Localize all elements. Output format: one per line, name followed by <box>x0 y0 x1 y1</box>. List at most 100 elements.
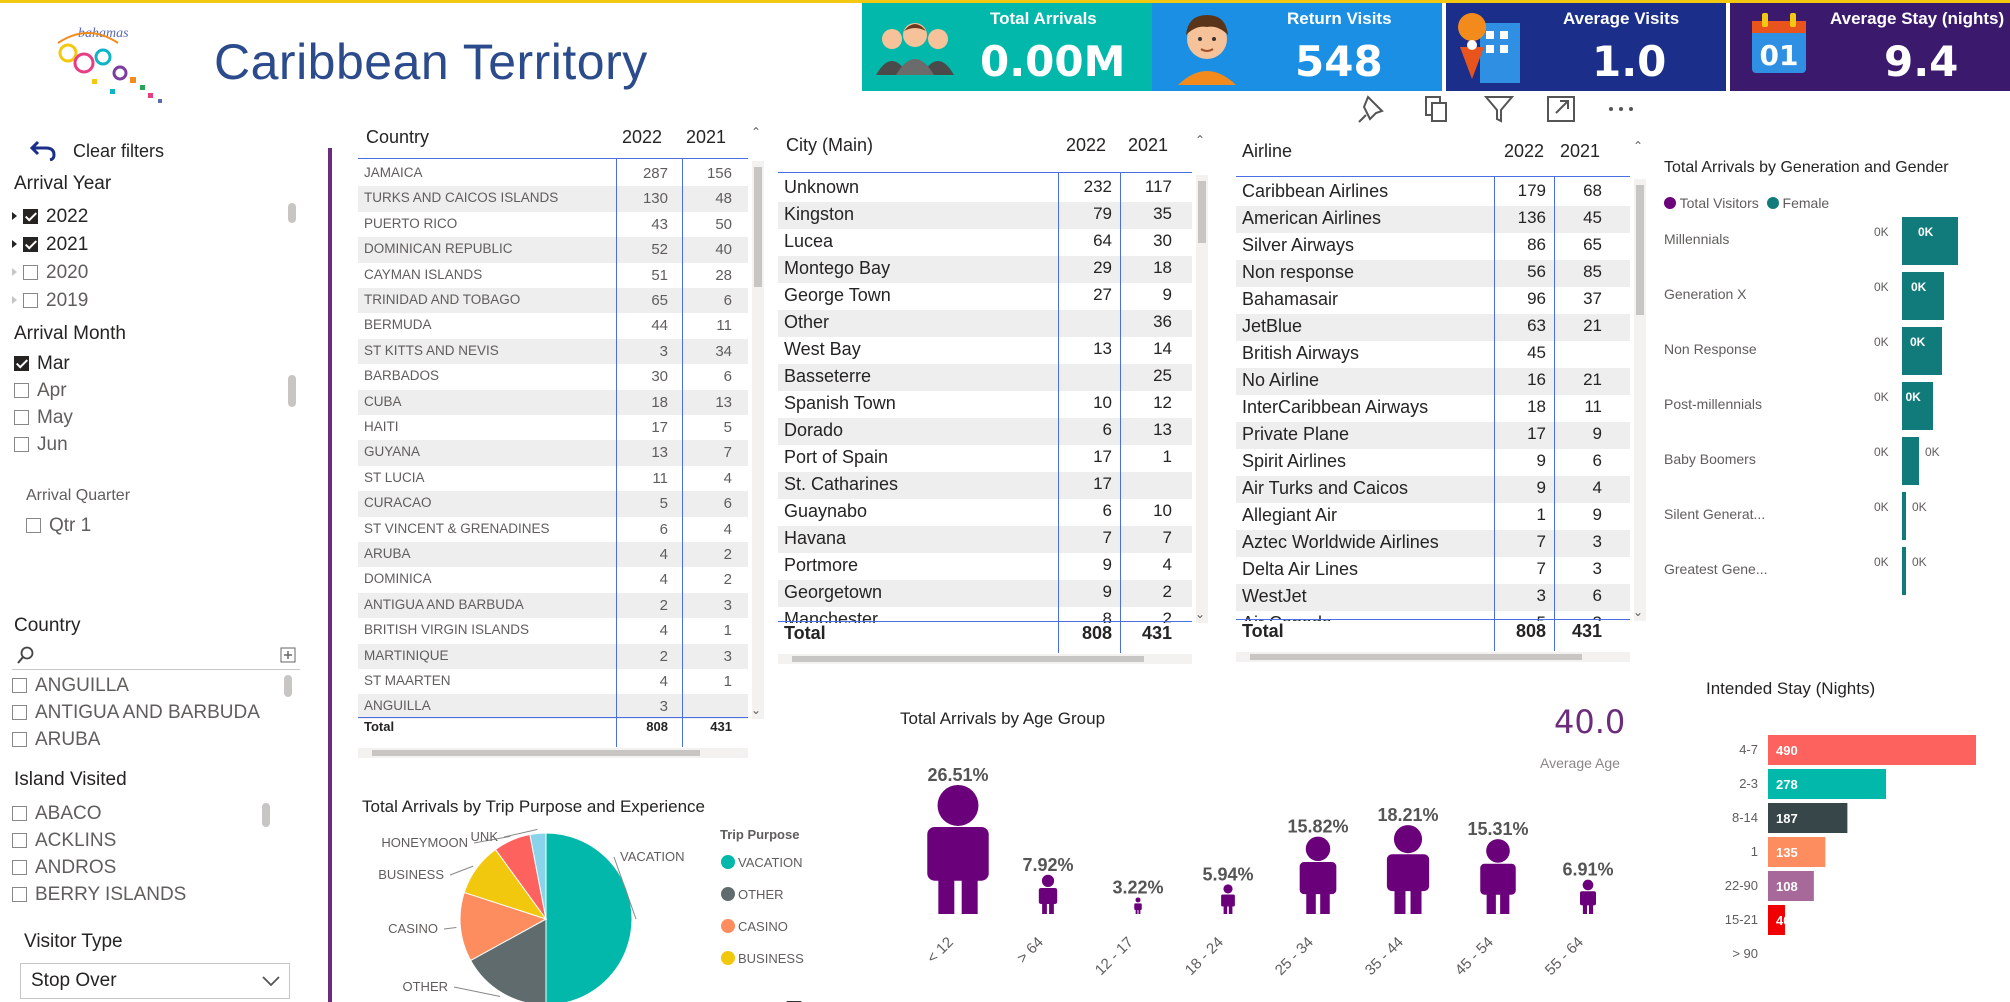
table-row[interactable]: No Airline 16 21 <box>1236 368 1630 395</box>
slicer-item[interactable]: May <box>14 407 73 429</box>
checkbox[interactable] <box>12 806 27 821</box>
age-person-icon[interactable] <box>1579 879 1597 914</box>
scroll-down-icon[interactable]: ⌄ <box>1633 605 1643 619</box>
checkbox[interactable] <box>14 383 29 398</box>
table-row[interactable]: Air Turks and Caicos 9 4 <box>1236 476 1630 503</box>
table-row[interactable]: DOMINICAN REPUBLIC 52 40 <box>358 237 748 263</box>
age-group-chart[interactable]: Total Arrivals by Age Group 40.0 Average… <box>880 703 1660 1002</box>
table-row[interactable]: ARUBA 4 2 <box>358 542 748 568</box>
country-table[interactable]: Country 2022 2021 JAMAICA 287 156 TURKS AND CA… <box>358 121 766 759</box>
column-header[interactable]: 2021 <box>1128 135 1168 156</box>
table-row[interactable]: Dorado 6 13 <box>778 418 1192 445</box>
slicer-item[interactable]: ARUBA <box>12 729 100 751</box>
expand-caret-icon[interactable] <box>12 268 17 276</box>
kpi-return-visits[interactable]: Return Visits 548 <box>1152 3 1442 91</box>
slicer-item[interactable]: 2021 <box>12 234 88 256</box>
scroll-down-icon[interactable]: ⌄ <box>1195 607 1205 621</box>
table-row[interactable]: Delta Air Lines 7 3 <box>1236 557 1630 584</box>
table-row[interactable]: Private Plane 17 9 <box>1236 422 1630 449</box>
table-row[interactable]: St. Catharines 17 <box>778 472 1192 499</box>
slicer-scrollbar[interactable] <box>288 375 296 407</box>
table-row[interactable]: Kingston 79 35 <box>778 202 1192 229</box>
scrollbar-thumb[interactable] <box>792 656 1144 662</box>
table-row[interactable]: Silver Airways 86 65 <box>1236 233 1630 260</box>
visitor-type-dropdown[interactable]: Stop Over <box>20 963 290 999</box>
search-icon[interactable] <box>16 645 36 665</box>
trip-purpose-chart[interactable]: Total Arrivals by Trip Purpose and Exper… <box>350 793 830 1002</box>
table-row[interactable]: West Bay 13 14 <box>778 337 1192 364</box>
column-header[interactable]: City (Main) <box>786 135 873 156</box>
table-row[interactable]: Lucea 64 30 <box>778 229 1192 256</box>
table-row[interactable]: George Town 27 9 <box>778 283 1192 310</box>
slicer-item[interactable]: ANTIGUA AND BARBUDA <box>12 702 260 724</box>
slicer-item[interactable]: 2019 <box>12 290 88 312</box>
copy-icon[interactable] <box>1420 93 1454 125</box>
table-row[interactable]: Montego Bay 29 18 <box>778 256 1192 283</box>
airline-table[interactable]: Airline 2022 2021 Caribbean Airlines 179 68 Am… <box>1236 131 1648 669</box>
table-row[interactable]: CAYMAN ISLANDS 51 28 <box>358 263 748 288</box>
kpi-average-stay[interactable]: 01 Average Stay (nights) 9.4 <box>1730 3 2010 91</box>
column-header[interactable]: 2022 <box>1066 135 1106 156</box>
checkbox[interactable] <box>23 265 38 280</box>
table-row[interactable]: Havana 7 7 <box>778 526 1192 553</box>
female-bar[interactable] <box>1902 547 1906 595</box>
age-person-icon[interactable] <box>1221 884 1235 914</box>
column-header[interactable]: 2021 <box>1560 141 1600 162</box>
table-row[interactable]: MARTINIQUE 2 3 <box>358 643 748 669</box>
table-row[interactable]: Basseterre 25 <box>778 364 1192 391</box>
column-header[interactable]: 2022 <box>1504 141 1544 162</box>
scroll-up-icon[interactable]: ⌃ <box>751 125 761 139</box>
slicer-item[interactable]: ANDROS <box>12 857 116 879</box>
checkbox[interactable] <box>12 732 27 747</box>
table-row[interactable]: TRINIDAD AND TOBAGO 65 6 <box>358 288 748 314</box>
age-person-icon[interactable] <box>1038 874 1058 914</box>
intended-stay-chart[interactable]: Intended Stay (Nights) 4-7 490 2-3 278 8-14 1… <box>1680 671 2010 1002</box>
filter-icon[interactable] <box>1482 93 1516 125</box>
table-row[interactable]: InterCaribbean Airways 18 11 <box>1236 395 1630 422</box>
age-person-icon[interactable] <box>1386 825 1430 914</box>
column-header[interactable]: 2021 <box>686 127 726 148</box>
city-table[interactable]: City (Main) 2022 2021 Unknown 232 117 Kingston… <box>778 127 1210 665</box>
checkbox[interactable] <box>12 887 27 902</box>
checkbox[interactable] <box>12 860 27 875</box>
table-row[interactable]: Unknown 232 117 <box>778 175 1192 202</box>
column-header[interactable]: Country <box>366 127 429 148</box>
scrollbar-thumb[interactable] <box>1250 654 1582 660</box>
table-row[interactable]: BRITISH VIRGIN ISLANDS 4 1 <box>358 618 748 643</box>
slicer-item[interactable]: ABACO <box>12 803 102 825</box>
slicer-item[interactable]: Apr <box>14 380 67 402</box>
checkbox[interactable] <box>26 518 41 533</box>
table-row[interactable]: ANTIGUA AND BARBUDA 2 3 <box>358 592 748 619</box>
table-row[interactable]: Spirit Airlines 9 6 <box>1236 449 1630 476</box>
table-row[interactable]: CURACAO 5 6 <box>358 491 748 517</box>
kpi-total-arrivals[interactable]: Total Arrivals 0.00M <box>862 3 1152 91</box>
age-person-icon[interactable] <box>1299 836 1337 914</box>
table-row[interactable]: ST KITTS AND NEVIS 3 34 <box>358 338 748 365</box>
stay-bar[interactable] <box>1768 735 1976 765</box>
table-row[interactable]: American Airlines 136 45 <box>1236 206 1630 233</box>
checkbox[interactable] <box>12 678 27 693</box>
table-row[interactable]: Portmore 9 4 <box>778 553 1192 580</box>
table-row[interactable]: Allegiant Air 1 9 <box>1236 503 1630 530</box>
slicer-scrollbar[interactable] <box>284 675 292 697</box>
slicer-item[interactable]: Jun <box>14 434 68 456</box>
scroll-up-icon[interactable]: ⌃ <box>1633 139 1643 153</box>
column-header[interactable]: 2022 <box>622 127 662 148</box>
table-row[interactable]: HAITI 17 5 <box>358 415 748 440</box>
table-row[interactable]: JetBlue 63 21 <box>1236 314 1630 341</box>
clear-filters-button[interactable]: Clear filters <box>29 139 164 162</box>
slicer-item[interactable]: ANGUILLA <box>12 675 129 697</box>
table-row[interactable]: TURKS AND CAICOS ISLANDS 130 48 <box>358 186 748 212</box>
scrollbar-thumb[interactable] <box>1636 185 1644 315</box>
checkbox[interactable] <box>23 237 38 252</box>
more-options-icon[interactable] <box>1604 93 1638 125</box>
table-row[interactable]: ST LUCIA 11 4 <box>358 466 748 491</box>
slicer-item[interactable]: 2020 <box>12 262 88 284</box>
slicer-item[interactable]: Mar <box>14 353 70 375</box>
table-row[interactable]: ST VINCENT & GRENADINES 6 4 <box>358 517 748 542</box>
checkbox[interactable] <box>14 356 29 371</box>
female-bar[interactable] <box>1902 492 1906 540</box>
table-row[interactable]: WestJet 3 6 <box>1236 584 1630 611</box>
age-person-icon[interactable] <box>1480 839 1516 914</box>
checkbox[interactable] <box>14 410 29 425</box>
